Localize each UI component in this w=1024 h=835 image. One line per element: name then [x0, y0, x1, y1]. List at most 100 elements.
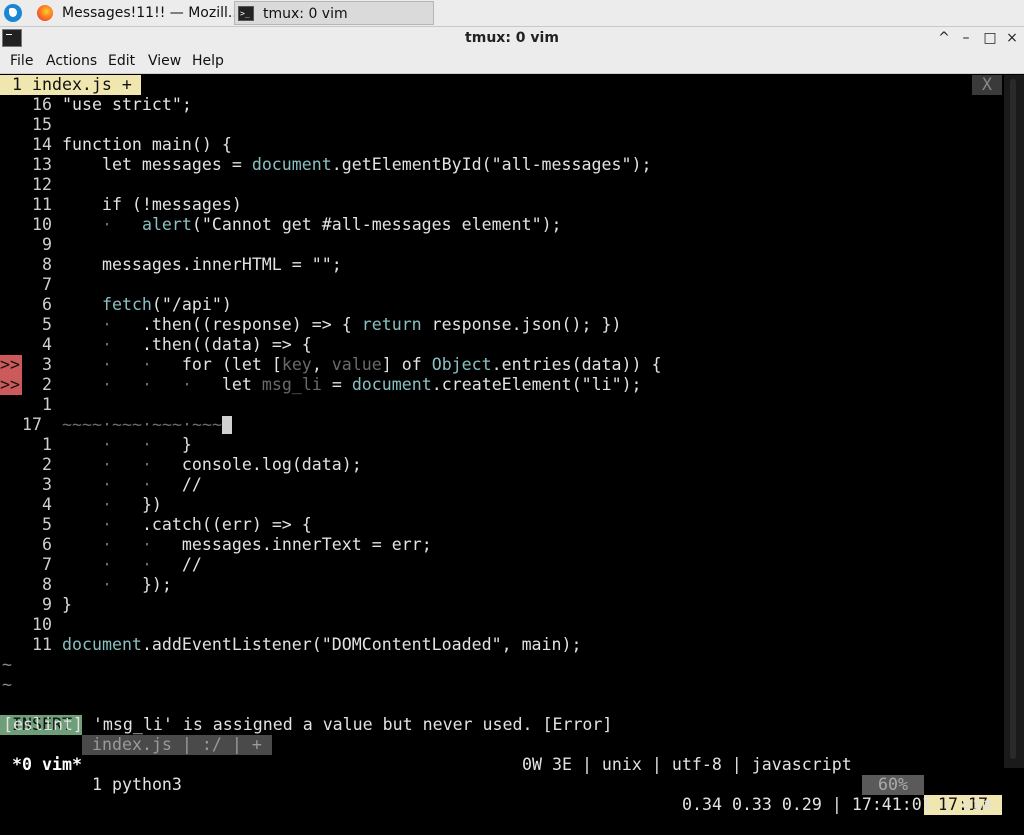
code-line[interactable]: 6 · · messages.innerText = err;	[0, 535, 1004, 555]
code-line[interactable]: 7	[0, 275, 1004, 295]
code-text: ~~~~·~~~·~~~·~~~	[62, 415, 232, 435]
code-text: · .catch((err) => {	[101, 515, 312, 534]
line-number: 14	[32, 135, 52, 154]
code-text: · })	[101, 495, 162, 514]
code-text: · · //	[101, 475, 202, 494]
code-line[interactable]: 17 ~~~~·~~~·~~~·~~~	[0, 415, 1004, 435]
terminal-scrollbar[interactable]	[1004, 75, 1024, 768]
taskbar-item-firefox[interactable]: Messages!11!! — Mozill...	[34, 1, 234, 25]
vim-statusline: INSERT index.js | :/ | + 0W 3E | unix | …	[0, 695, 1024, 815]
taskbar-item-terminal[interactable]: tmux: 0 vim	[234, 1, 434, 25]
text-cursor	[222, 416, 232, 434]
vim-tab-index-js[interactable]: 1 index.js +	[0, 75, 141, 95]
code-text: · });	[101, 575, 172, 594]
code-line[interactable]: 12	[0, 175, 1004, 195]
code-line[interactable]: 5 · .then((response) => { return respons…	[0, 315, 1004, 335]
menu-help[interactable]: Help	[192, 49, 224, 73]
vim-scroll-percent: 60%	[862, 775, 924, 795]
code-line[interactable]: 4 · .then((data) => {	[0, 335, 1004, 355]
code-line[interactable]: 15	[0, 115, 1004, 135]
line-number: 4	[42, 335, 52, 354]
terminal-area[interactable]: 1 index.js + X 16 "use strict"; 15 14 functi…	[0, 75, 1024, 815]
menu-file[interactable]: File	[10, 49, 33, 73]
tmux-statusbar: *0 vim* 1 python3 0.34 0.33 0.29 | 17:41…	[0, 735, 1024, 814]
code-line[interactable]: 7 · · //	[0, 555, 1004, 575]
menu-edit[interactable]: Edit	[108, 49, 135, 73]
line-number: 5	[42, 315, 52, 334]
code-text: · · }	[101, 435, 192, 454]
code-line[interactable]: >> 3 · · for (let [key, value] of Object.…	[0, 355, 1004, 375]
code-line[interactable]: 2 · · console.log(data);	[0, 455, 1004, 475]
error-sign-marker: >>	[0, 355, 22, 375]
line-number: 6	[42, 535, 52, 554]
error-sign-marker: >>	[0, 375, 22, 395]
code-text: fetch("/api")	[101, 295, 232, 314]
shade-button[interactable]: ^	[934, 28, 954, 48]
line-number: 3	[42, 355, 52, 374]
line-number: 2	[42, 455, 52, 474]
code-text: · · messages.innerText = err;	[101, 535, 432, 554]
line-number: 11	[32, 195, 52, 214]
line-number: 10	[32, 215, 52, 234]
maximize-button[interactable]: □	[980, 28, 1000, 48]
line-number: 12	[32, 175, 52, 194]
line-number: 2	[42, 375, 52, 394]
code-line[interactable]: 3 · · //	[0, 475, 1004, 495]
code-text: }	[62, 595, 72, 614]
code-text: · · for (let [key, value] of Object.entr…	[101, 355, 662, 374]
code-text: messages.innerHTML = "";	[62, 255, 342, 274]
menu-bar: File Actions Edit View Help	[0, 49, 1024, 74]
code-line[interactable]: 9	[0, 235, 1004, 255]
code-line[interactable]: 16 "use strict";	[0, 95, 1004, 115]
tmux-window-other[interactable]: 1 python3	[92, 775, 182, 795]
line-number: 13	[32, 155, 52, 174]
code-line[interactable]: 11 document.addEventListener("DOMContentL…	[0, 635, 1004, 655]
taskbar: Messages!11!! — Mozill... tmux: 0 vim	[0, 0, 1024, 27]
code-text: if (!messages)	[62, 195, 242, 214]
code-line[interactable]: 11 if (!messages)	[0, 195, 1004, 215]
line-number: 10	[32, 615, 52, 634]
vim-tab-close-button[interactable]: X	[972, 75, 1002, 95]
code-line[interactable]: 1 · · }	[0, 435, 1004, 455]
close-button[interactable]: ×	[1002, 28, 1022, 48]
code-text: · .then((response) => { return response.…	[101, 315, 622, 334]
start-menu-icon[interactable]	[4, 4, 22, 22]
code-line[interactable]: >> 2 · · · let msg_li = document.createEl…	[0, 375, 1004, 395]
code-text: · · · let msg_li = document.createElemen…	[101, 375, 642, 394]
code-line[interactable]: 8 · });	[0, 575, 1004, 595]
code-line[interactable]: 5 · .catch((err) => {	[0, 515, 1004, 535]
code-line[interactable]: 6 fetch("/api")	[0, 295, 1004, 315]
code-line[interactable]: 8 messages.innerHTML = "";	[0, 255, 1004, 275]
tmux-window-active[interactable]: *0 vim*	[12, 755, 82, 775]
code-line[interactable]: 14 function main() {	[0, 135, 1004, 155]
menu-view[interactable]: View	[148, 49, 181, 73]
window-title: tmux: 0 vim	[465, 30, 559, 46]
empty-line-marker: ~	[2, 675, 12, 694]
line-number: 9	[42, 595, 52, 614]
code-text: function main() {	[62, 135, 232, 154]
firefox-icon	[37, 5, 53, 21]
code-text: · .then((data) => {	[101, 335, 312, 354]
menu-actions[interactable]: Actions	[46, 49, 97, 73]
line-number: 1	[42, 435, 52, 454]
empty-line-marker: ~	[2, 655, 12, 674]
terminal-icon	[238, 2, 254, 24]
line-number: 4	[42, 495, 52, 514]
tmux-status-right: 0.34 0.33 0.29 | 17:41:01 | vim	[682, 795, 992, 814]
code-line[interactable]: 1	[0, 395, 1004, 415]
vim-file-format-info: 0W 3E | unix | utf-8 | javascript	[522, 755, 852, 774]
window-titlebar[interactable]: tmux: 0 vim ^ – □ ×	[0, 27, 1024, 49]
line-number: 6	[42, 295, 52, 314]
code-line[interactable]: 9}	[0, 595, 1004, 615]
minimize-button[interactable]: –	[956, 28, 976, 48]
code-line[interactable]: 10	[0, 615, 1004, 635]
code-text: · alert("Cannot get #all-messages elemen…	[101, 215, 562, 234]
code-text: document.addEventListener("DOMContentLoa…	[62, 635, 582, 654]
code-text: let messages = document.getElementById("…	[62, 155, 652, 174]
line-number: 17	[22, 415, 42, 434]
line-number: 7	[42, 555, 52, 574]
code-line[interactable]: 13 let messages = document.getElementByI…	[0, 155, 1004, 175]
code-line[interactable]: 4 · })	[0, 495, 1004, 515]
line-number: 1	[42, 395, 52, 414]
code-line[interactable]: 10 · alert("Cannot get #all-messages ele…	[0, 215, 1004, 235]
